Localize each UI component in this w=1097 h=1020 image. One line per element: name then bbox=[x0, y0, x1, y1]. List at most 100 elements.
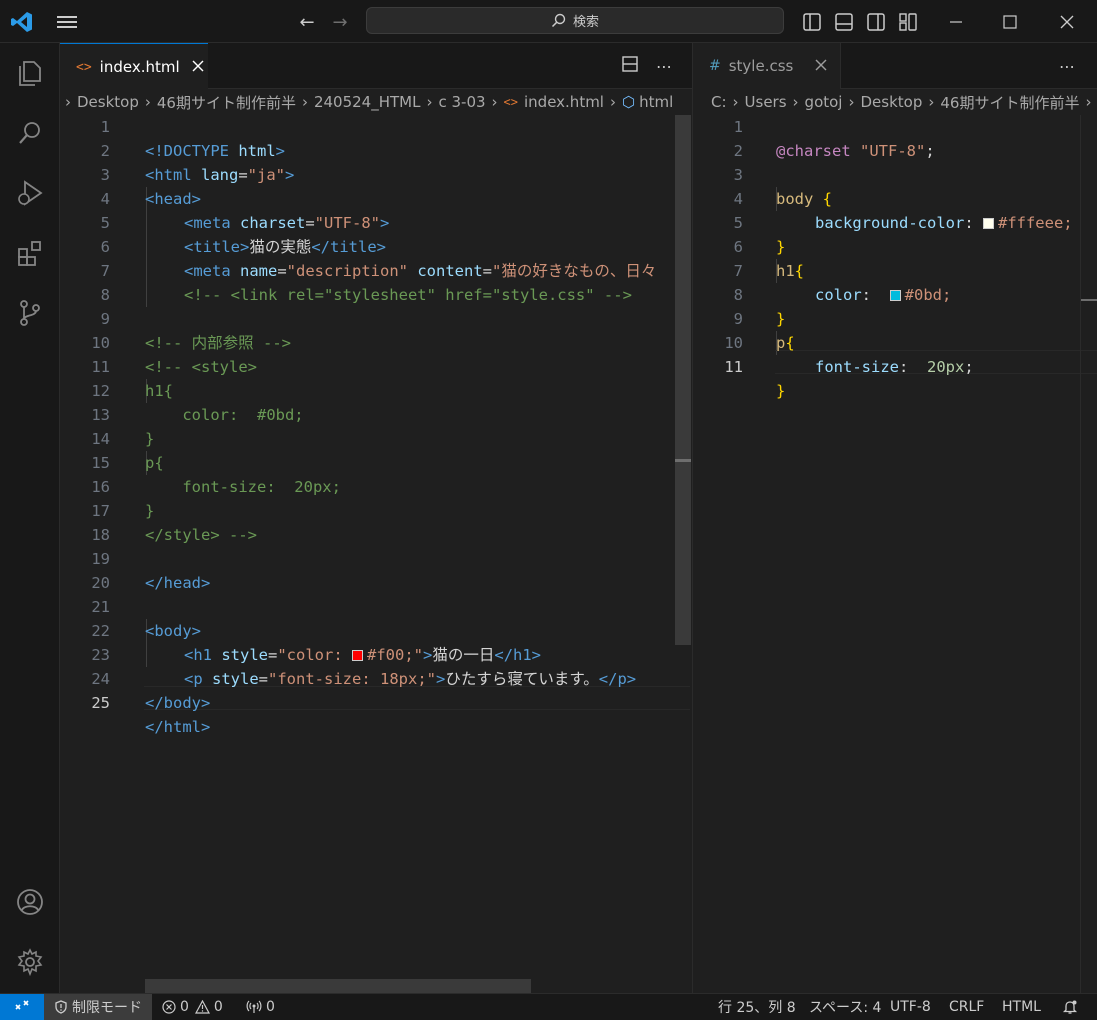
vertical-scrollbar-track[interactable] bbox=[1080, 115, 1081, 993]
back-arrow-icon[interactable]: ← bbox=[293, 8, 321, 36]
css-file-icon: # bbox=[709, 58, 721, 74]
line-number: 1 bbox=[100, 118, 110, 136]
vertical-scrollbar[interactable] bbox=[675, 115, 691, 645]
editor-group-right: # style.css ⋯ C: › Users › gotoj › Deskt… bbox=[693, 43, 1097, 993]
split-editor-icon[interactable] bbox=[622, 56, 638, 76]
breadcrumb-item[interactable]: html bbox=[639, 93, 673, 111]
error-icon bbox=[162, 1000, 176, 1014]
broadcast-icon bbox=[246, 1000, 262, 1013]
close-window-icon[interactable] bbox=[1047, 8, 1087, 36]
ports-count: 0 bbox=[266, 999, 275, 1015]
ports-indicator[interactable]: 0 bbox=[246, 994, 275, 1020]
line-number: 12 bbox=[91, 382, 110, 400]
scrollbar-cursor-marker bbox=[1081, 299, 1097, 301]
breadcrumb-item[interactable]: C: bbox=[711, 93, 727, 111]
line-number: 4 bbox=[100, 190, 110, 208]
end-of-line[interactable]: CRLF bbox=[949, 994, 984, 1020]
code-line: } bbox=[776, 382, 786, 400]
notifications-bell-icon[interactable] bbox=[1062, 994, 1078, 1020]
line-number: 6 bbox=[733, 238, 743, 256]
breadcrumb-item[interactable]: gotoj bbox=[805, 93, 843, 111]
breadcrumb-item[interactable]: index.html bbox=[524, 93, 604, 111]
explorer-icon[interactable] bbox=[0, 49, 60, 97]
encoding[interactable]: UTF-8 bbox=[890, 994, 931, 1020]
tab-label: style.css bbox=[728, 57, 794, 75]
search-icon[interactable] bbox=[0, 109, 60, 157]
more-actions-icon[interactable]: ⋯ bbox=[656, 57, 672, 76]
extensions-icon[interactable] bbox=[0, 229, 60, 277]
more-actions-icon[interactable]: ⋯ bbox=[1059, 57, 1075, 76]
breadcrumb-chevron-icon: › bbox=[1085, 93, 1092, 111]
line-number: 11 bbox=[724, 358, 743, 376]
line-number: 6 bbox=[100, 238, 110, 256]
toggle-secondary-sidebar-icon[interactable] bbox=[863, 8, 889, 36]
code-line: </html> bbox=[145, 718, 211, 736]
breadcrumb-chevron-icon: › bbox=[491, 93, 498, 111]
breadcrumb-item[interactable]: 240524_HTML bbox=[314, 93, 421, 111]
line-number: 18 bbox=[91, 526, 110, 544]
problems-indicator[interactable]: 0 0 bbox=[162, 994, 223, 1020]
breadcrumb-item[interactable]: c 3-03 bbox=[438, 93, 485, 111]
breadcrumb-item[interactable]: Desktop bbox=[77, 93, 139, 111]
line-number: 14 bbox=[91, 430, 110, 448]
breadcrumb-chevron-icon: › bbox=[301, 93, 308, 111]
breadcrumb-chevron-icon: › bbox=[426, 93, 433, 111]
indentation[interactable]: スペース: 4 bbox=[809, 994, 881, 1020]
editor-group-left: <> index.html ⋯ › Desktop › 46期サイト制作前半 ›… bbox=[60, 43, 692, 993]
tab-style-css[interactable]: # style.css bbox=[693, 43, 841, 89]
title-bar: ← → 検索 bbox=[0, 0, 1097, 43]
source-control-icon[interactable] bbox=[0, 289, 60, 337]
restricted-mode-indicator[interactable]: 制限モード bbox=[44, 994, 152, 1020]
tab-bar-left: <> index.html ⋯ bbox=[60, 43, 692, 90]
activity-bar bbox=[0, 43, 60, 993]
horizontal-scrollbar[interactable] bbox=[145, 979, 531, 993]
html-file-icon: <> bbox=[503, 95, 518, 109]
breadcrumb-item[interactable]: Users bbox=[745, 93, 787, 111]
breadcrumb-chevron-icon: › bbox=[609, 93, 616, 111]
search-label: 検索 bbox=[572, 15, 599, 30]
line-number: 23 bbox=[91, 646, 110, 664]
customize-layout-icon[interactable] bbox=[895, 8, 921, 36]
toggle-panel-icon[interactable] bbox=[831, 8, 857, 36]
maximize-window-icon[interactable] bbox=[990, 8, 1030, 36]
line-number: 10 bbox=[91, 334, 110, 352]
breadcrumb: C: › Users › gotoj › Desktop › 46期サイト制作前… bbox=[693, 89, 1097, 115]
tab-index-html[interactable]: <> index.html bbox=[60, 43, 208, 90]
breadcrumb-item[interactable]: 46期サイト制作前半 bbox=[940, 92, 1079, 113]
command-center-search[interactable]: 検索 bbox=[366, 7, 784, 34]
language-mode[interactable]: HTML bbox=[1002, 994, 1041, 1020]
line-number: 15 bbox=[91, 454, 110, 472]
remote-indicator-icon[interactable] bbox=[0, 994, 44, 1020]
breadcrumb-item[interactable]: Desktop bbox=[860, 93, 922, 111]
line-number: 16 bbox=[91, 478, 110, 496]
line-number: 20 bbox=[91, 574, 110, 592]
breadcrumb-chevron-icon: › bbox=[928, 93, 935, 111]
shield-icon bbox=[55, 1000, 67, 1014]
toggle-primary-sidebar-icon[interactable] bbox=[799, 8, 825, 36]
forward-arrow-icon[interactable]: → bbox=[326, 8, 354, 36]
breadcrumb-chevron-icon: › bbox=[144, 93, 151, 111]
account-icon[interactable] bbox=[0, 878, 60, 926]
scrollbar-cursor-marker bbox=[675, 459, 691, 462]
cursor-position[interactable]: 行 25、列 8 bbox=[718, 994, 796, 1020]
minimize-window-icon[interactable] bbox=[936, 8, 976, 36]
menu-icon[interactable] bbox=[52, 8, 82, 36]
tab-label: index.html bbox=[99, 58, 180, 76]
line-number: 8 bbox=[733, 286, 743, 304]
run-debug-icon[interactable] bbox=[0, 169, 60, 217]
line-number: 17 bbox=[91, 502, 110, 520]
html-file-icon: <> bbox=[76, 59, 92, 75]
line-number: 21 bbox=[91, 598, 110, 616]
settings-gear-icon[interactable] bbox=[0, 938, 60, 986]
errors-count: 0 bbox=[180, 999, 189, 1015]
line-number: 8 bbox=[100, 286, 110, 304]
restricted-mode-label: 制限モード bbox=[72, 1000, 142, 1016]
line-number: 3 bbox=[733, 166, 743, 184]
warning-icon bbox=[194, 1000, 210, 1014]
line-number: 9 bbox=[100, 310, 110, 328]
close-tab-icon[interactable] bbox=[815, 57, 827, 75]
line-number: 25 bbox=[91, 694, 110, 712]
breadcrumb-item[interactable]: 46期サイト制作前半 bbox=[157, 92, 296, 113]
close-tab-icon[interactable] bbox=[192, 58, 204, 76]
line-number: 7 bbox=[733, 262, 743, 280]
